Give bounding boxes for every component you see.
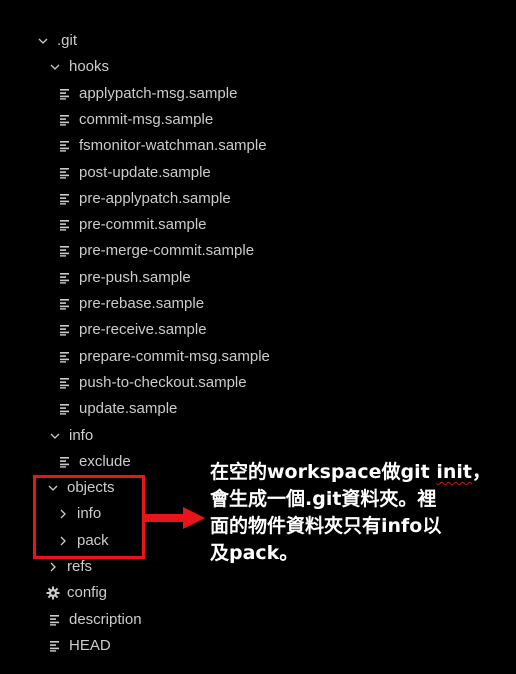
tree-item-label: HEAD — [69, 636, 111, 654]
chevron-down-icon[interactable] — [47, 423, 63, 449]
tree-item-label: post-update.sample — [79, 163, 211, 181]
annotation-line-2: 會生成一個.git資料夾。裡 — [210, 488, 437, 510]
file-lines-icon — [47, 633, 63, 659]
file-lines-icon — [57, 186, 73, 212]
file-lines-icon — [57, 133, 73, 159]
tree-file-row[interactable]: commit-msg.sample — [0, 107, 516, 133]
tree-item-label: .git — [57, 32, 78, 49]
tree-item-label: exclude — [79, 452, 131, 470]
file-lines-icon — [57, 449, 73, 475]
tree-item-label: info — [69, 426, 94, 444]
tree-item-label: fsmonitor-watchman.sample — [79, 137, 267, 155]
tree-file-row[interactable]: prepare-commit-msg.sample — [0, 344, 516, 370]
tree-file-row[interactable]: description — [0, 607, 516, 633]
tree-folder-row[interactable]: .git — [0, 28, 516, 54]
annotation-text: 在空的workspace做git init， 會生成一個.git資料夾。裡 面的… — [210, 459, 500, 567]
tree-item-label: pre-push.sample — [79, 268, 191, 286]
annotation-line-1: 在空的workspace做git init， — [210, 459, 500, 486]
file-lines-icon — [57, 238, 73, 264]
file-explorer-tree: .git hooks applypatch-msg.sample commit-msg… — [0, 0, 516, 674]
file-lines-icon — [57, 212, 73, 238]
tree-file-row[interactable]: applypatch-msg.sample — [0, 81, 516, 107]
tree-item-label: applypatch-msg.sample — [79, 84, 238, 102]
tree-item-label: description — [69, 610, 142, 628]
highlight-box — [33, 475, 145, 559]
file-lines-icon — [57, 344, 73, 370]
annotation-line-1-prefix: 在空的workspace做git — [210, 461, 437, 483]
file-lines-icon — [57, 317, 73, 343]
callout-arrow-icon — [145, 507, 205, 529]
tree-item-label: config — [67, 584, 108, 602]
file-lines-icon — [57, 370, 73, 396]
tree-item-label: pre-merge-commit.sample — [79, 242, 255, 260]
file-lines-icon — [57, 81, 73, 107]
annotation-line-3: 面的物件資料夾只有info以 — [210, 515, 442, 537]
tree-item-label: hooks — [69, 58, 110, 76]
tree-file-row[interactable]: pre-receive.sample — [0, 317, 516, 343]
tree-file-row[interactable]: update.sample — [0, 396, 516, 422]
file-lines-icon — [57, 396, 73, 422]
tree-item-label: prepare-commit-msg.sample — [79, 347, 270, 365]
tree-file-row[interactable]: pre-push.sample — [0, 265, 516, 291]
tree-item-label: pre-receive.sample — [79, 321, 207, 339]
tree-item-label: commit-msg.sample — [79, 110, 214, 128]
tree-file-row[interactable]: pre-applypatch.sample — [0, 186, 516, 212]
annotation-line-4: 及pack。 — [210, 542, 299, 564]
tree-item-label: pre-commit.sample — [79, 216, 207, 234]
annotation-line-1-marked-word: init — [436, 461, 472, 483]
tree-file-row[interactable]: pre-commit.sample — [0, 212, 516, 238]
file-lines-icon — [57, 291, 73, 317]
tree-file-row[interactable]: pre-merge-commit.sample — [0, 238, 516, 264]
file-lines-icon — [57, 265, 73, 291]
tree-file-row[interactable]: config — [0, 580, 516, 606]
file-lines-icon — [57, 160, 73, 186]
file-lines-icon — [47, 607, 63, 633]
tree-file-row[interactable]: post-update.sample — [0, 160, 516, 186]
tree-file-row[interactable]: fsmonitor-watchman.sample — [0, 133, 516, 159]
tree-file-row[interactable]: push-to-checkout.sample — [0, 370, 516, 396]
gear-icon — [45, 580, 61, 606]
tree-item-label: pre-applypatch.sample — [79, 189, 231, 207]
tree-folder-row[interactable]: info — [0, 423, 516, 449]
tree-item-label: push-to-checkout.sample — [79, 373, 247, 391]
annotation-line-1-suffix: ， — [471, 461, 491, 483]
tree-item-label: pre-rebase.sample — [79, 295, 205, 312]
tree-file-row[interactable]: pre-rebase.sample — [0, 291, 516, 317]
tree-item-label: update.sample — [79, 400, 178, 418]
tree-folder-row[interactable]: hooks — [0, 54, 516, 80]
file-lines-icon — [57, 107, 73, 133]
tree-file-row[interactable]: HEAD — [0, 633, 516, 659]
chevron-down-icon[interactable] — [35, 28, 51, 54]
chevron-down-icon[interactable] — [47, 54, 63, 80]
